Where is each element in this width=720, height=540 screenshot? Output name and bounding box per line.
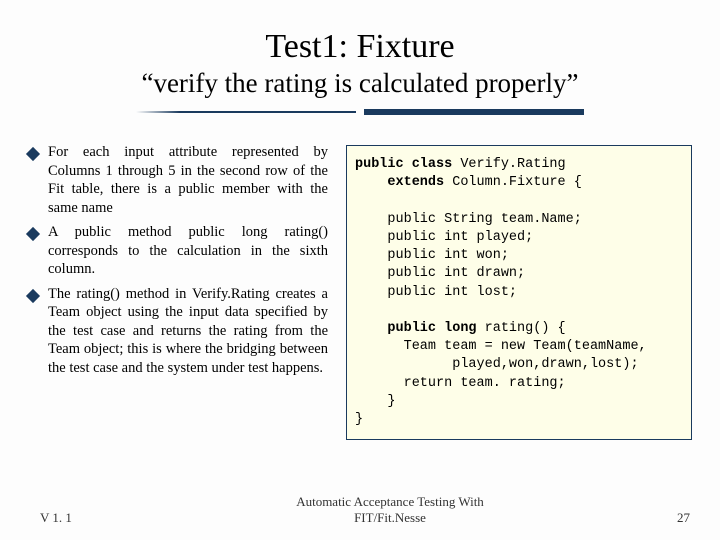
code-text: public int lost; bbox=[355, 285, 517, 300]
footer-page-number: 27 bbox=[640, 510, 720, 526]
code-keyword: public long bbox=[355, 321, 477, 336]
footer-line2: FIT/Fit.Nesse bbox=[354, 510, 426, 525]
underline-thick bbox=[364, 109, 584, 115]
footer-line1: Automatic Acceptance Testing With bbox=[296, 494, 484, 509]
code-keyword: public class bbox=[355, 157, 452, 172]
list-item: For each input attribute represented by … bbox=[28, 143, 328, 217]
code-text: Column.Fixture { bbox=[444, 175, 582, 190]
list-item: A public method public long rating() cor… bbox=[28, 223, 328, 279]
footer-version: V 1. 1 bbox=[0, 510, 140, 526]
diamond-icon bbox=[26, 289, 40, 303]
list-item: The rating() method in Verify.Rating cre… bbox=[28, 285, 328, 378]
footer-caption: Automatic Acceptance Testing With FIT/Fi… bbox=[140, 494, 640, 527]
bullet-text: A public method public long rating() cor… bbox=[48, 223, 328, 279]
code-text: Verify.Rating bbox=[452, 157, 565, 172]
code-text: return team. rating; bbox=[355, 376, 566, 391]
code-text: Team team = new Team(teamName, bbox=[355, 339, 647, 354]
code-text: public String team.Name; bbox=[355, 212, 582, 227]
code-text: played,won,drawn,lost); bbox=[355, 357, 639, 372]
code-text: public int won; bbox=[355, 248, 509, 263]
code-text: public int drawn; bbox=[355, 266, 525, 281]
title-block: Test1: Fixture “verify the rating is cal… bbox=[0, 0, 720, 123]
code-text: } bbox=[355, 394, 396, 409]
code-text: rating() { bbox=[477, 321, 566, 336]
title-underline bbox=[0, 109, 720, 115]
code-block: public class Verify.Rating extends Colum… bbox=[346, 145, 692, 440]
content-row: For each input attribute represented by … bbox=[0, 123, 720, 440]
bullet-text: For each input attribute represented by … bbox=[48, 143, 328, 217]
underline-thin bbox=[136, 111, 356, 113]
slide-title: Test1: Fixture bbox=[0, 28, 720, 66]
code-text: } bbox=[355, 412, 363, 427]
diamond-icon bbox=[26, 147, 40, 161]
code-text: public int played; bbox=[355, 230, 533, 245]
slide-subtitle: “verify the rating is calculated properl… bbox=[0, 68, 720, 99]
footer: V 1. 1 Automatic Acceptance Testing With… bbox=[0, 494, 720, 527]
diamond-icon bbox=[26, 227, 40, 241]
bullet-list: For each input attribute represented by … bbox=[28, 143, 328, 440]
bullet-text: The rating() method in Verify.Rating cre… bbox=[48, 285, 328, 378]
code-keyword: extends bbox=[355, 175, 444, 190]
